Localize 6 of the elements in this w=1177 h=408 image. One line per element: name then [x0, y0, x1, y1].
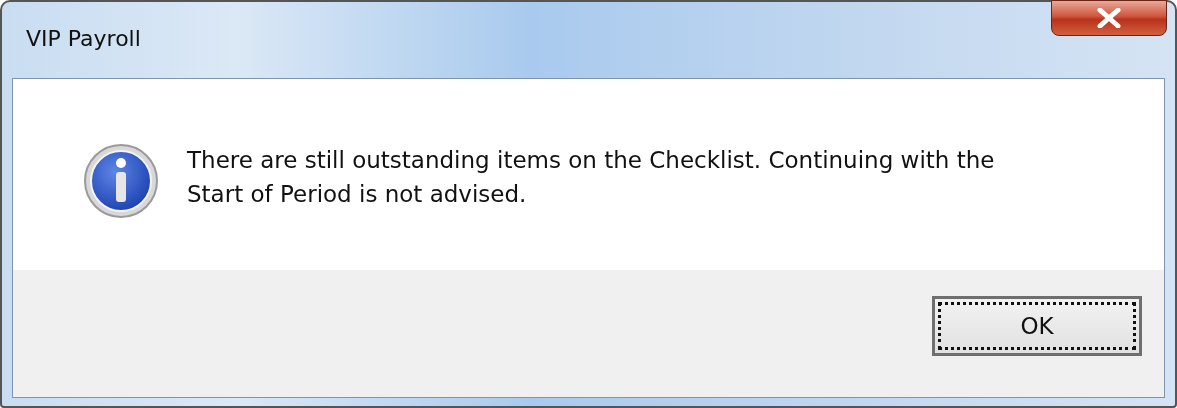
ok-button[interactable]: OK [932, 295, 1142, 356]
window-title: VIP Payroll [25, 25, 141, 51]
close-button[interactable] [1051, 0, 1167, 36]
message-text: There are still outstanding items on the Checklist. Continuing with the Start of Period is not advised. [187, 146, 996, 209]
information-icon [83, 143, 159, 219]
close-icon [1097, 8, 1121, 28]
